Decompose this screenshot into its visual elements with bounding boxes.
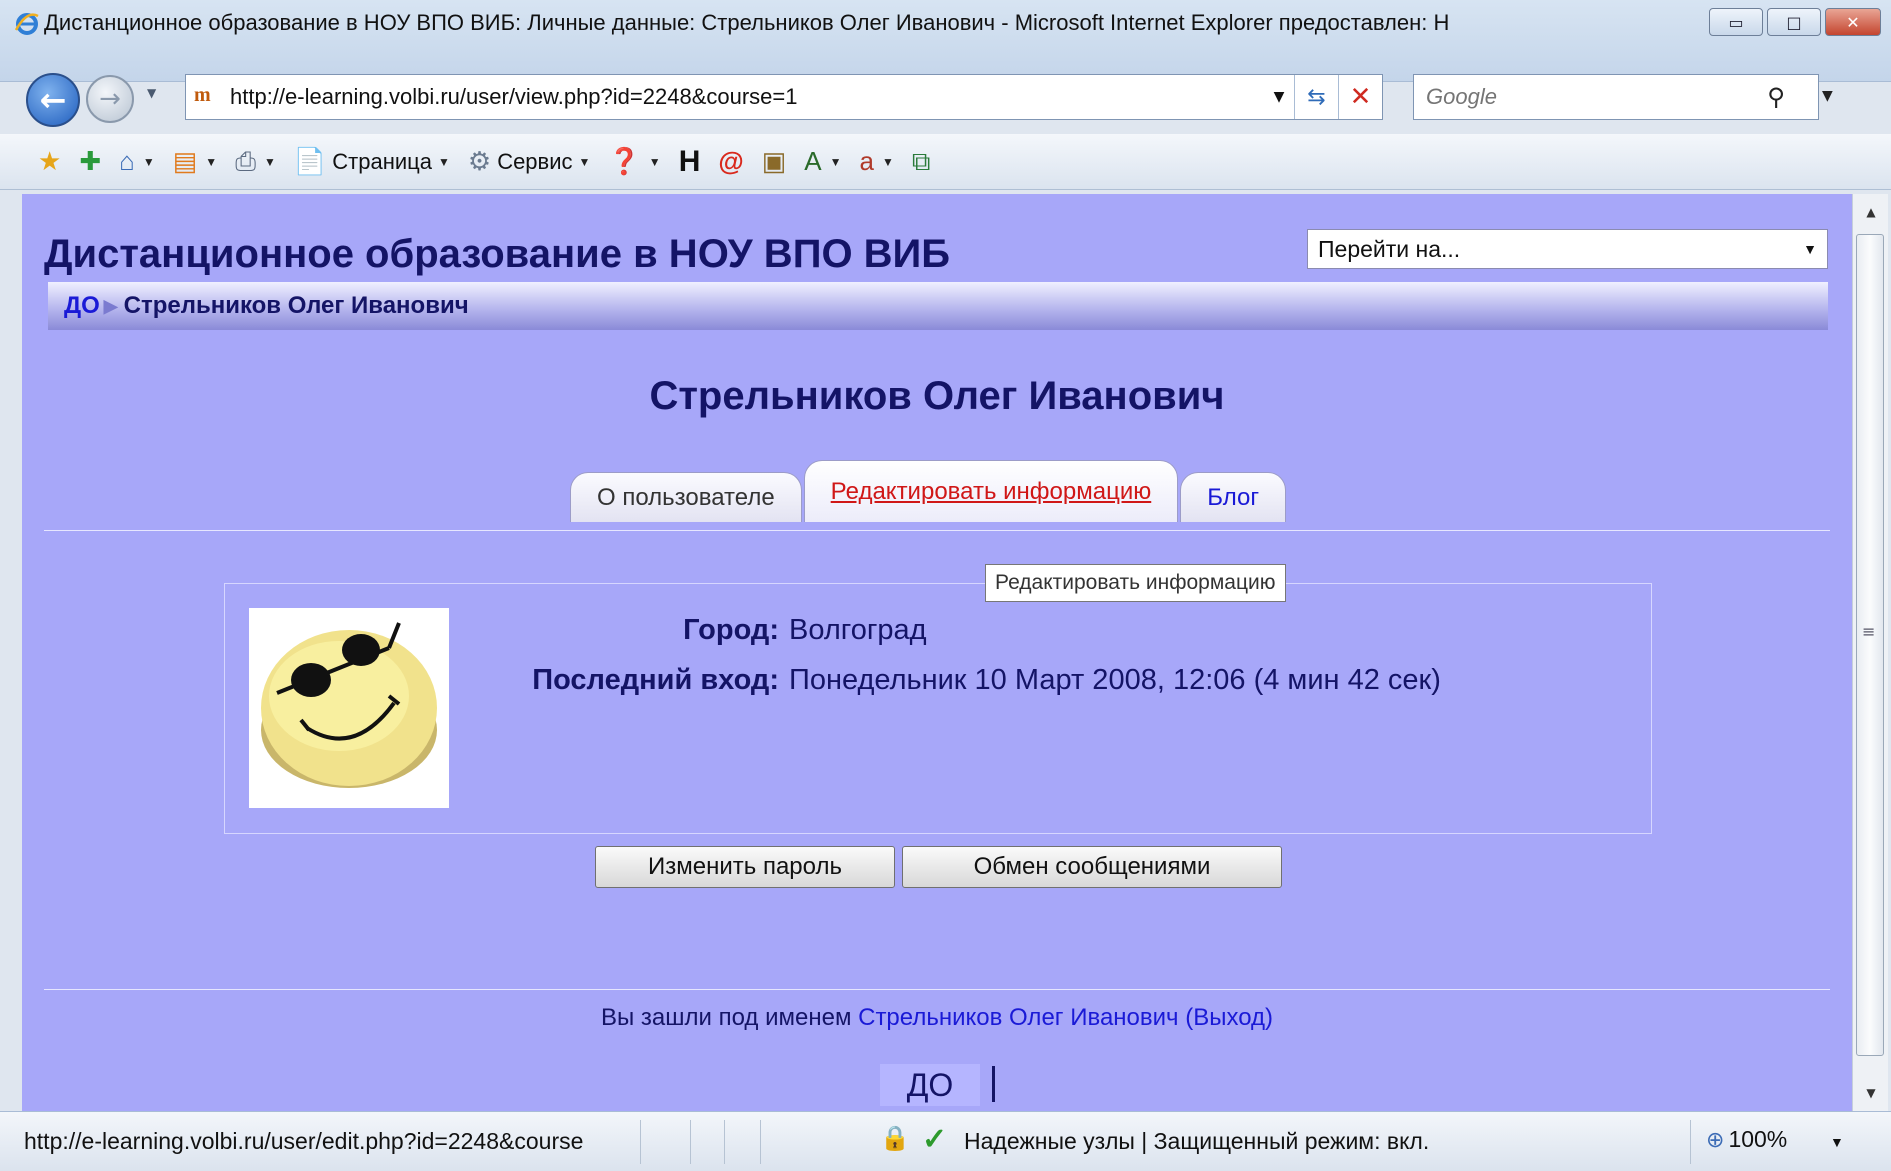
help-dropdown-icon[interactable]: ▼ [649,155,661,169]
scroll-up-icon[interactable]: ▲ [1853,196,1889,228]
translate-dropdown-icon[interactable]: ▼ [882,155,894,169]
tools-menu[interactable]: ⚙ Сервис ▼ [468,146,591,177]
address-dropdown-icon[interactable]: ▼ [1264,89,1294,105]
profile-box: Город: Волгоград Последний вход: Понедел… [224,583,1652,834]
site-favicon-icon: m [194,84,211,106]
status-separator [1690,1120,1691,1164]
window-title: Дистанционное образование в НОУ ВПО ВИБ:… [44,10,1450,35]
breadcrumb-separator-icon: ▶ [103,295,118,316]
login-info: Вы зашли под именем Стрельников Олег Ива… [22,1004,1852,1032]
ie-logo-icon [14,13,39,35]
tab-about-user[interactable]: О пользователе [570,472,802,522]
logged-in-as-text: Вы зашли под именем [600,1004,852,1031]
breadcrumb-home-link[interactable]: ДО [64,292,100,320]
chevron-down-icon: ▼ [1803,241,1817,257]
zoom-dropdown-icon[interactable]: ▼ [1830,1134,1844,1150]
messaging-button[interactable]: Обмен сообщениями [902,846,1282,888]
status-separator [760,1120,761,1164]
refresh-icon[interactable]: ⇆ [1294,75,1338,119]
search-input[interactable] [1426,84,1756,110]
page-icon: 📄 [293,146,327,176]
print-icon[interactable]: ⎙ [235,146,256,178]
page-viewport: Дистанционное образование в НОУ ВПО ВИБ … [22,194,1852,1111]
security-lock-icon[interactable]: 🔒 [880,1124,910,1156]
tools-dropdown-icon: ▼ [578,154,591,169]
status-separator [640,1120,641,1164]
tabs-divider [44,530,1830,531]
address-url[interactable]: http://e-learning.volbi.ru/user/view.php… [230,84,1264,110]
page-menu-label: Страница [332,148,432,174]
breadcrumb-current: Стрельников Олег Иванович [123,292,469,319]
command-toolbar: ★ ✚ ⌂ ▼ ▤ ▼ ⎙ ▼ 📄 Страница ▼ ⚙ Сервис ▼ … [0,134,1891,190]
zoom-magnifier-icon: ⊕ [1706,1126,1725,1152]
search-box[interactable]: ⚲ [1413,74,1819,120]
status-separator [724,1120,725,1164]
scroll-down-icon[interactable]: ▼ [1853,1077,1889,1109]
back-arrow-icon: ← [39,81,67,119]
scroll-grip-icon: ≡ [1862,622,1876,641]
home-icon[interactable]: ⌂ [119,146,135,177]
spellcheck-icon[interactable]: A [804,146,821,177]
research-icon[interactable]: ▣ [762,146,787,177]
address-bar[interactable]: m http://e-learning.volbi.ru/user/view.p… [185,74,1383,120]
text-cursor [992,1066,995,1102]
back-button[interactable]: ← [26,73,80,127]
vertical-scrollbar[interactable]: ▲ ≡ ▼ [1852,194,1888,1111]
jump-to-select[interactable]: Перейти на... ▼ [1307,229,1828,269]
search-options-dropdown-icon[interactable]: ▼ [1822,88,1833,104]
status-url: http://e-learning.volbi.ru/user/edit.php… [24,1128,584,1154]
close-window-button[interactable]: ✕ [1825,8,1881,36]
footer-home-link[interactable]: ДО [880,1064,980,1106]
popout-icon[interactable]: ⧉ [912,146,931,178]
security-zone[interactable]: Надежные узлы | Защищенный режим: вкл. [964,1128,1429,1155]
history-dropdown-icon[interactable]: ▼ [147,86,156,100]
profile-tabs: О пользователе Редактировать информацию … [570,460,1288,522]
maximize-button[interactable]: □ [1767,8,1821,36]
feeds-dropdown-icon[interactable]: ▼ [205,155,217,169]
jump-to-label: Перейти на... [1318,235,1461,262]
status-bar: http://e-learning.volbi.ru/user/edit.php… [0,1111,1891,1171]
last-login-value: Понедельник 10 Март 2008, 12:06 (4 мин 4… [789,664,1441,696]
zoom-control[interactable]: ⊕ 100% [1706,1126,1787,1153]
spellcheck-dropdown-icon[interactable]: ▼ [830,155,842,169]
help-icon[interactable]: ❓ [608,146,640,177]
forward-arrow-icon: → [99,84,121,114]
page-title: Стрельников Олег Иванович [649,374,1225,418]
zoom-level: 100% [1728,1126,1788,1152]
search-icon[interactable]: ⚲ [1756,83,1796,111]
user-profile-link[interactable]: Стрельников Олег Иванович [858,1004,1178,1031]
change-password-button[interactable]: Изменить пароль [595,846,895,888]
h-addon-icon[interactable]: H [679,145,701,179]
favorites-star-icon[interactable]: ★ [38,146,61,177]
tab-edit-info[interactable]: Редактировать информацию [803,460,1179,522]
stop-icon[interactable]: ✕ [1338,75,1382,119]
site-title: Дистанционное образование в НОУ ВПО ВИБ [44,232,951,276]
minimize-button[interactable]: ▭ [1709,8,1763,36]
mail-at-icon[interactable]: @ [718,146,743,177]
add-favorites-icon[interactable]: ✚ [79,146,101,177]
logout-link[interactable]: (Выход) [1185,1004,1273,1031]
page-menu[interactable]: 📄 Страница ▼ [294,146,450,177]
last-login-label: Последний вход: [532,664,779,696]
tooltip: Редактировать информацию [985,564,1286,602]
translate-icon[interactable]: a [860,146,874,177]
window-titlebar: Дистанционное образование в НОУ ВПО ВИБ:… [0,0,1891,82]
tools-menu-label: Сервис [497,148,573,174]
forward-button[interactable]: → [86,75,134,123]
checkmark-icon: ✓ [922,1123,948,1156]
footer-divider [44,989,1830,990]
home-dropdown-icon[interactable]: ▼ [143,155,155,169]
city-value: Волгоград [789,614,927,646]
page-dropdown-icon: ▼ [437,154,450,169]
last-login-row: Последний вход: [225,664,779,700]
city-row: Город: [225,614,779,650]
tab-blog[interactable]: Блог [1180,472,1287,522]
print-dropdown-icon[interactable]: ▼ [264,155,276,169]
city-label: Город: [683,614,779,646]
gear-icon: ⚙ [467,146,492,176]
feeds-icon[interactable]: ▤ [173,146,198,177]
breadcrumb: ДО ▶ Стрельников Олег Иванович [48,282,1828,330]
scroll-thumb[interactable] [1856,234,1884,1056]
status-separator [690,1120,691,1164]
